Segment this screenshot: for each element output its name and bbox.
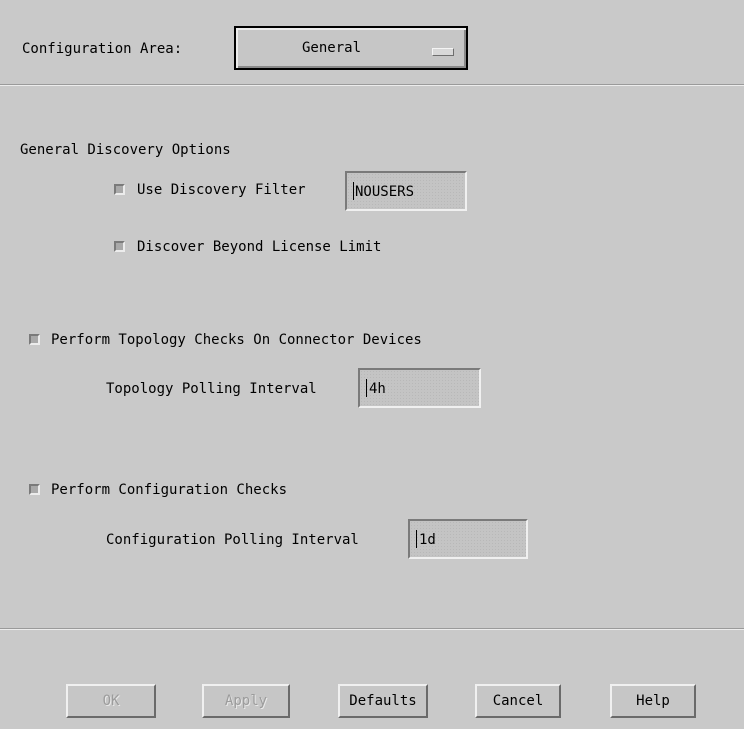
cancel-button-label: Cancel — [492, 693, 544, 709]
configuration-interval-value: 1d — [419, 532, 436, 548]
ok-button[interactable]: OK — [66, 684, 156, 718]
topology-interval-label: Topology Polling Interval — [106, 381, 317, 397]
config-area-selected: General — [302, 40, 362, 56]
defaults-button-label: Defaults — [349, 693, 417, 709]
configuration-interval-label: Configuration Polling Interval — [106, 532, 359, 548]
configuration-checks-checkbox[interactable] — [29, 484, 40, 495]
topology-checks-label: Perform Topology Checks On Connector Dev… — [51, 332, 422, 348]
general-discovery-heading: General Discovery Options — [20, 142, 231, 158]
topology-interval-field[interactable]: 4h — [358, 368, 481, 408]
discovery-filter-value: NOUSERS — [355, 184, 415, 200]
topology-checks-checkbox[interactable] — [29, 334, 40, 345]
discovery-filter-field[interactable]: NOUSERS — [345, 171, 467, 211]
discover-beyond-license-checkbox[interactable] — [114, 241, 125, 252]
discover-beyond-license-label: Discover Beyond License Limit — [137, 239, 382, 255]
config-area-label: Configuration Area: — [22, 41, 183, 57]
discovery-configuration-dialog: Configuration Area: General General Disc… — [0, 0, 744, 729]
use-discovery-filter-checkbox[interactable] — [114, 184, 125, 195]
topology-interval-value: 4h — [369, 381, 386, 397]
ok-button-label: OK — [102, 693, 120, 709]
apply-button-label: Apply — [224, 693, 268, 709]
defaults-button[interactable]: Defaults — [338, 684, 428, 718]
bottom-separator — [0, 628, 744, 630]
apply-button[interactable]: Apply — [202, 684, 290, 718]
configuration-checks-label: Perform Configuration Checks — [51, 482, 288, 498]
top-separator — [0, 84, 744, 86]
configuration-interval-field[interactable]: 1d — [408, 519, 528, 559]
text-caret — [366, 379, 367, 397]
use-discovery-filter-label: Use Discovery Filter — [137, 182, 306, 198]
text-caret — [416, 530, 417, 548]
help-button[interactable]: Help — [610, 684, 696, 718]
help-button-label: Help — [636, 693, 670, 709]
config-area-option-menu[interactable]: General — [234, 26, 468, 70]
text-caret — [353, 182, 354, 200]
option-menu-indicator-icon — [432, 48, 454, 56]
cancel-button[interactable]: Cancel — [475, 684, 561, 718]
